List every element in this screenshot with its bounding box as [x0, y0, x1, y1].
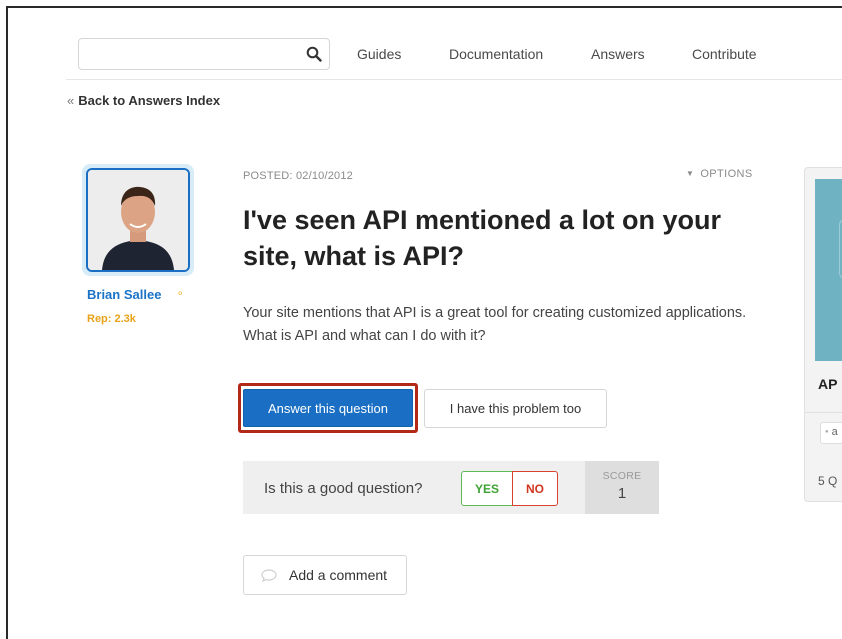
- speech-bubble-icon: [261, 569, 277, 582]
- author-reputation: Rep: 2.3k: [87, 313, 136, 325]
- back-link-label: Back to Answers Index: [78, 93, 221, 108]
- avatar-photo: [88, 170, 188, 270]
- related-card-title: AP: [818, 376, 838, 392]
- related-card[interactable]: AP ● a 5 Q: [804, 167, 842, 502]
- add-comment-label: Add a comment: [289, 567, 388, 583]
- score-value: 1: [617, 485, 627, 502]
- avatar[interactable]: [86, 168, 190, 272]
- add-comment-button[interactable]: Add a comment: [243, 555, 407, 595]
- vote-yes-button[interactable]: YES: [461, 471, 513, 506]
- nav-answers[interactable]: Answers: [591, 46, 645, 62]
- have-problem-too-button[interactable]: I have this problem too: [424, 389, 607, 428]
- key-icon: ⚬: [176, 289, 185, 300]
- nav-guides[interactable]: Guides: [357, 46, 401, 62]
- score-label: SCORE: [602, 470, 642, 482]
- options-label: OPTIONS: [700, 168, 753, 180]
- related-card-image: [815, 179, 842, 361]
- posted-date: POSTED: 02/10/2012: [243, 170, 353, 182]
- back-quote-icon: «: [67, 93, 75, 108]
- search-icon[interactable]: [306, 46, 322, 62]
- related-card-tag-label: a: [831, 426, 838, 438]
- related-card-tag[interactable]: ● a: [820, 422, 842, 444]
- options-dropdown[interactable]: ▼ OPTIONS: [686, 168, 753, 180]
- nav-contribute[interactable]: Contribute: [692, 46, 757, 62]
- question-body: Your site mentions that API is a great t…: [243, 305, 747, 344]
- nav-divider: [66, 79, 842, 80]
- question-title: I've seen API mentioned a lot on your si…: [243, 205, 722, 271]
- avatar-frame: [82, 164, 194, 276]
- vote-question: Is this a good question?: [264, 480, 423, 497]
- tag-dot-icon: ●: [825, 429, 829, 435]
- back-to-answers-link[interactable]: «Back to Answers Index: [67, 93, 220, 108]
- related-card-count: 5 Q: [818, 474, 838, 488]
- search-input[interactable]: [78, 38, 330, 70]
- vote-no-button[interactable]: NO: [512, 471, 558, 506]
- nav-documentation[interactable]: Documentation: [449, 46, 543, 62]
- answer-question-button[interactable]: Answer this question: [243, 389, 413, 427]
- score-box: SCORE 1: [585, 461, 659, 514]
- caret-down-icon: ▼: [686, 169, 695, 178]
- related-card-divider: [805, 412, 842, 413]
- author-name[interactable]: Brian Sallee: [87, 287, 161, 302]
